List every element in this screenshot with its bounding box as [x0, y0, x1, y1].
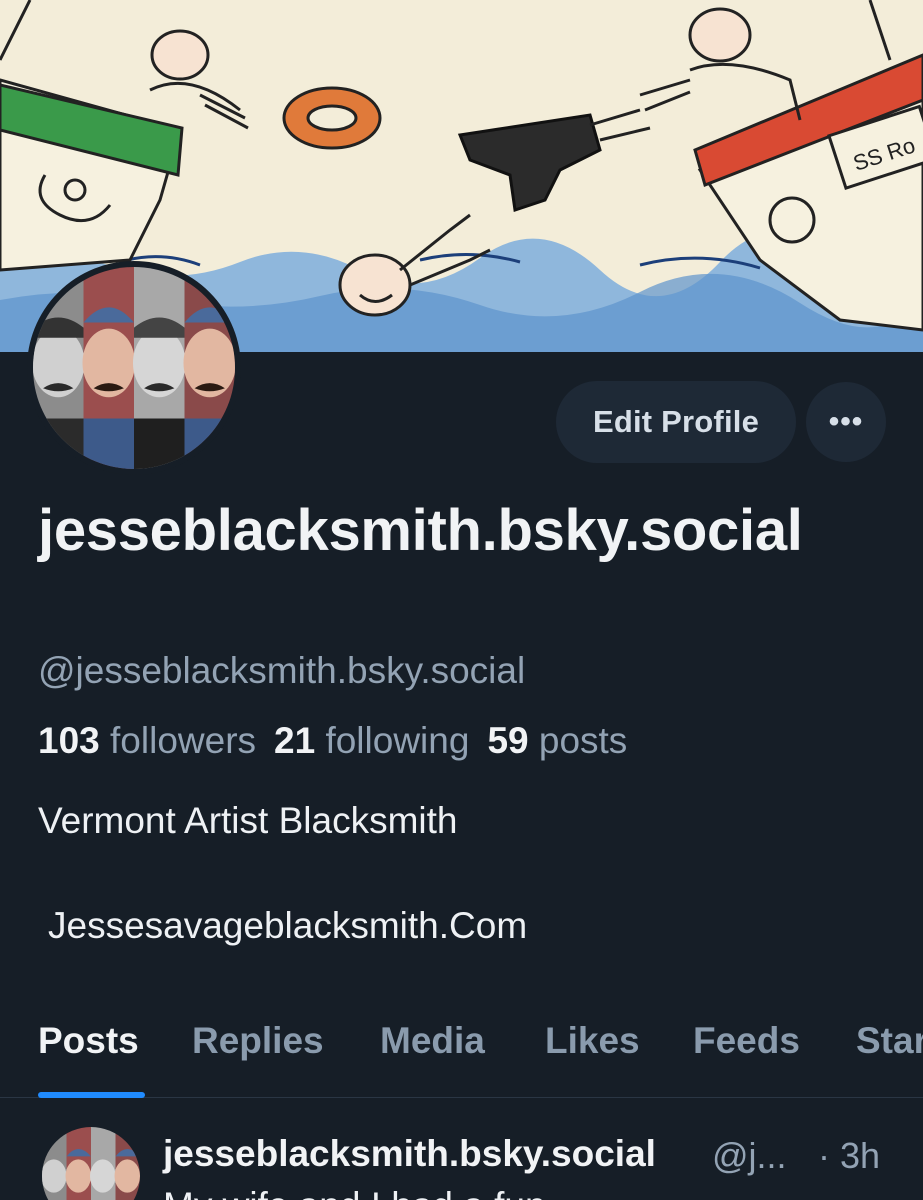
display-name: jesseblacksmith.bsky.social — [38, 498, 803, 563]
edit-profile-button[interactable]: Edit Profile — [556, 381, 796, 463]
post-text[interactable]: My wife and I had a fun... — [163, 1185, 576, 1200]
followers-link[interactable]: 103 followers — [38, 720, 256, 761]
tab-feeds[interactable]: Feeds — [693, 1020, 800, 1062]
followers-label: followers — [110, 720, 257, 761]
following-count: 21 — [274, 720, 316, 761]
ellipsis-icon: ••• — [828, 405, 864, 438]
profile-tabs: Posts Replies Media Likes Feeds Starter … — [0, 1012, 923, 1098]
following-link[interactable]: 21 following — [274, 720, 469, 761]
tab-posts[interactable]: Posts — [38, 1020, 139, 1062]
active-tab-indicator — [38, 1092, 145, 1098]
tab-replies[interactable]: Replies — [192, 1020, 324, 1062]
profile-page: SS Ro Edit Profile ••• jesseblacksmith.b… — [0, 0, 923, 1200]
more-options-button[interactable]: ••• — [806, 382, 886, 462]
post-author-handle[interactable]: @j... — [712, 1135, 787, 1177]
post-author-avatar[interactable] — [42, 1127, 140, 1200]
posts-count: 59 — [487, 720, 529, 761]
posts-stat: 59 posts — [487, 720, 627, 761]
following-label: following — [325, 720, 470, 761]
profile-website-link[interactable]: Jessesavageblacksmith.Com — [48, 905, 527, 947]
tab-likes[interactable]: Likes — [545, 1020, 640, 1062]
profile-bio: Vermont Artist Blacksmith — [38, 800, 458, 841]
profile-avatar[interactable] — [27, 261, 241, 475]
profile-stats: 103 followers 21 following 59 posts — [38, 720, 627, 762]
tab-media[interactable]: Media — [380, 1020, 485, 1062]
posts-label: posts — [538, 720, 628, 761]
post-author-name[interactable]: jesseblacksmith.bsky.social — [163, 1133, 656, 1175]
tab-starter-packs[interactable]: Starter Packs — [856, 1020, 923, 1062]
followers-count: 103 — [38, 720, 100, 761]
profile-handle: @jesseblacksmith.bsky.social — [38, 650, 526, 691]
post-timestamp[interactable]: · 3h — [818, 1135, 880, 1177]
